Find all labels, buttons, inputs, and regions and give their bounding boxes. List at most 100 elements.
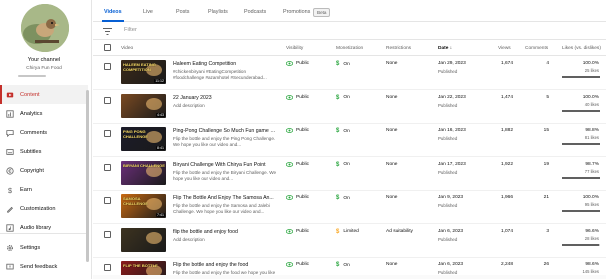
views-count: 1,882 — [500, 128, 513, 133]
sidebar-item-send-feedback[interactable]: Send feedback — [0, 257, 88, 276]
monetization-cell[interactable]: $ On — [336, 195, 350, 201]
restrictions-cell[interactable]: None — [386, 61, 397, 66]
likes-percent: 96.6% — [585, 228, 599, 234]
monetization-cell[interactable]: $ On — [336, 262, 350, 268]
video-thumbnail[interactable]: 4:43 — [121, 93, 166, 118]
sidebar-item-analytics[interactable]: Analytics — [0, 104, 88, 123]
views-count: 1,474 — [500, 94, 513, 100]
table-row[interactable]: SAMOSA CHALLENGE 7:41 Flip The Bottle An… — [93, 191, 606, 224]
sidebar-item-comments[interactable]: Comments — [0, 123, 88, 142]
row-checkbox[interactable] — [104, 230, 111, 238]
visibility-cell[interactable]: Public — [286, 229, 309, 234]
restrictions-cell[interactable]: None — [386, 95, 397, 100]
row-checkbox[interactable] — [104, 197, 111, 204]
sidebar-item-copyright[interactable]: Copyright — [0, 161, 88, 180]
dollar-icon: $ — [336, 228, 340, 235]
monetization-cell[interactable]: $ On — [336, 61, 350, 67]
publish-date: Jan 9, 2023 — [438, 195, 464, 200]
bottom-edge — [93, 275, 606, 279]
filter-icon[interactable] — [103, 28, 112, 35]
visibility-cell[interactable]: Public — [286, 128, 309, 133]
column-header-comments[interactable]: Comments — [525, 46, 548, 51]
visibility-cell[interactable]: Public — [286, 262, 309, 267]
row-checkbox[interactable] — [104, 264, 111, 271]
sidebar-scrollbar[interactable] — [86, 90, 89, 262]
video-title[interactable]: Haleem Eating Competition — [173, 61, 277, 67]
publish-date: Jan 16, 2023 — [438, 128, 466, 133]
tab-live[interactable]: Live — [143, 9, 153, 15]
sidebar-item-earn[interactable]: $ Earn — [0, 180, 88, 199]
row-checkbox[interactable] — [104, 163, 111, 171]
column-header-date[interactable]: Date ↓ — [438, 46, 452, 51]
publish-date: Jan 22, 2023 — [438, 94, 466, 100]
monetization-cell[interactable]: $ Limited — [336, 229, 359, 235]
likes-ratio-fill — [562, 176, 600, 179]
table-row[interactable]: BIRYANI CHALLENGE Biryani Challenge With… — [93, 158, 606, 191]
monetization-cell[interactable]: $ On — [336, 95, 350, 101]
filter-input[interactable]: Filter — [124, 27, 137, 33]
video-title[interactable]: Flip The Bottle And Enjoy The Samosa An.… — [173, 195, 277, 201]
column-header-visibility[interactable]: Visibility — [286, 46, 303, 51]
comments-count: 15 — [543, 128, 549, 133]
sidebar-item-subtitles[interactable]: Subtitles — [0, 142, 88, 161]
video-description: Add description — [173, 102, 205, 108]
video-thumbnail[interactable]: HALEEM EATING COMPETITION 11:12 — [121, 60, 166, 84]
channel-avatar[interactable] — [21, 4, 69, 52]
restrictions-cell[interactable]: None — [386, 195, 397, 200]
sidebar-item-content[interactable]: Content — [0, 85, 88, 104]
column-header-monetization[interactable]: Monetization — [336, 46, 363, 51]
select-all-checkbox[interactable] — [104, 44, 111, 53]
table-row[interactable]: HALEEM EATING COMPETITION 11:12 Haleem E… — [93, 57, 606, 90]
filter-bar[interactable]: Filter — [93, 22, 606, 40]
visibility-cell[interactable]: Public — [286, 61, 309, 66]
video-duration: 4:43 — [156, 112, 165, 117]
tab-promotions[interactable]: Promotions — [283, 9, 310, 15]
sidebar: Your channel Chirya Fun Food Content Ana… — [0, 0, 92, 279]
video-title[interactable]: flip the bottle and enjoy food — [173, 229, 277, 235]
column-header-views[interactable]: Views — [498, 46, 511, 51]
restrictions-cell[interactable]: None — [386, 262, 397, 267]
comments-count: 19 — [543, 161, 549, 167]
column-header-restrictions[interactable]: Restrictions — [386, 46, 411, 51]
visibility-label: Public — [296, 228, 310, 234]
monetization-label: Limited — [343, 229, 359, 234]
visibility-cell[interactable]: Public — [286, 162, 309, 167]
visibility-cell[interactable]: Public — [286, 95, 309, 100]
monetization-label: On — [343, 162, 350, 167]
video-title[interactable]: Flip the bottle and enjoy the food — [173, 262, 277, 268]
likes-ratio-fill — [562, 76, 600, 78]
video-thumbnail[interactable]: BIRYANI CHALLENGE — [121, 160, 166, 185]
column-header-likes[interactable]: Likes (vs. dislikes) — [562, 46, 601, 51]
video-thumbnail[interactable] — [121, 227, 166, 252]
restrictions-cell[interactable]: None — [386, 162, 397, 167]
video-thumbnail[interactable]: PING PONG CHALLENGE 8:41 — [121, 127, 166, 151]
monetization-cell[interactable]: $ On — [336, 162, 350, 168]
row-checkbox[interactable] — [104, 130, 111, 137]
sidebar-item-audio-library[interactable]: Audio library — [0, 218, 88, 237]
table-row[interactable]: flip the bottle and enjoy food Add descr… — [93, 225, 606, 258]
thumbnail-caption: PING PONG CHALLENGE — [123, 129, 148, 139]
tab-playlists[interactable]: Playlists — [208, 9, 228, 15]
tab-podcasts[interactable]: Podcasts — [244, 9, 266, 15]
restrictions-cell[interactable]: Ad suitability — [386, 229, 413, 234]
row-checkbox[interactable] — [104, 96, 111, 104]
comments-count: 21 — [543, 195, 549, 200]
video-title[interactable]: 22 January 2023 — [173, 95, 277, 101]
sidebar-item-customization[interactable]: Customization — [0, 199, 88, 218]
table-row[interactable]: 4:43 22 January 2023 Add description Pub… — [93, 91, 606, 124]
video-thumbnail[interactable]: SAMOSA CHALLENGE 7:41 — [121, 194, 166, 218]
monetization-cell[interactable]: $ On — [336, 128, 350, 134]
restrictions-cell[interactable]: None — [386, 128, 397, 133]
sidebar-item-label: Customization — [20, 205, 56, 212]
sidebar-item-settings[interactable]: Settings — [0, 238, 88, 257]
row-checkbox[interactable] — [104, 63, 111, 70]
tab-videos[interactable]: Videos — [104, 9, 122, 15]
likes-percent: 100.0% — [582, 94, 599, 100]
visibility-cell[interactable]: Public — [286, 195, 309, 200]
tab-posts[interactable]: Posts — [176, 9, 189, 15]
likes-ratio-fill — [562, 143, 600, 145]
video-title[interactable]: Biryani Challenge With Chirya Fun Point — [173, 162, 277, 168]
video-title[interactable]: Ping-Pong Challenge So Much Fun game c..… — [173, 128, 277, 134]
analytics-icon — [0, 109, 20, 118]
table-row[interactable]: PING PONG CHALLENGE 8:41 Ping-Pong Chall… — [93, 124, 606, 157]
